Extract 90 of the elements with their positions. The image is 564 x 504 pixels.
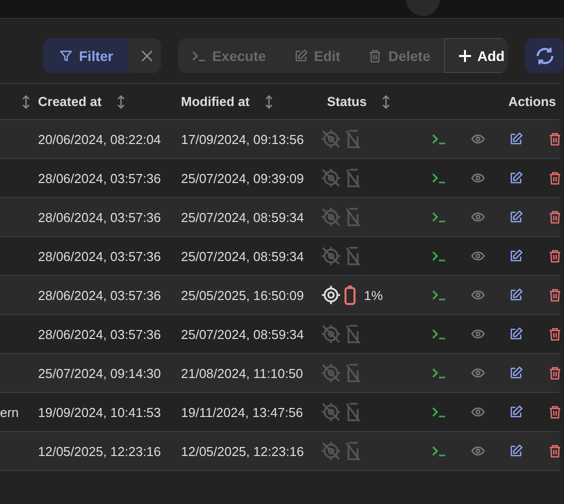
- terminal-icon: [432, 211, 446, 223]
- location-off-icon: [320, 245, 342, 267]
- table-cell-text: 25/07/2024, 08:59:34: [181, 248, 305, 264]
- table-cell-text: 25/07/2024, 09:14:30: [38, 366, 162, 380]
- location-off-icon: [320, 128, 342, 150]
- sort-icon[interactable]: [382, 94, 390, 108]
- table-cell-text: 19/11/2024, 13:47:56: [181, 404, 304, 420]
- sort-icon[interactable]: [22, 94, 30, 108]
- table-cell-text: 25/07/2024, 08:59:34: [181, 326, 305, 342]
- battery-off-icon: [344, 167, 362, 189]
- table-cell-text: 28/06/2024, 03:57:36: [38, 288, 162, 302]
- trash-icon: [548, 132, 562, 146]
- trash-icon: [548, 444, 562, 458]
- column-header: Created at: [38, 94, 102, 109]
- location-off-icon: [320, 167, 342, 189]
- pencil-icon: [509, 210, 524, 224]
- trash-icon: [548, 171, 562, 185]
- location-off-icon: [320, 362, 342, 384]
- pencil-icon: [509, 405, 524, 419]
- location-off-icon: [320, 440, 342, 462]
- table-cell-text: 19/09/2024, 10:41:53: [38, 404, 162, 420]
- location-off-icon: [320, 401, 342, 423]
- eye-icon[interactable]: [470, 173, 485, 183]
- column-header: Modified at: [181, 94, 250, 109]
- terminal-icon: [432, 367, 446, 379]
- table-cell-text: 12/05/2025, 12:23:16: [38, 444, 162, 458]
- table-cell-text: 21/08/2024, 11:10:50: [181, 366, 304, 380]
- refresh-button[interactable]: [525, 38, 564, 73]
- pencil-icon: [509, 249, 524, 263]
- trash-icon: [548, 327, 562, 341]
- eye-icon[interactable]: [470, 290, 485, 300]
- eye-icon[interactable]: [470, 329, 485, 339]
- terminal-icon: [432, 328, 446, 340]
- trash-icon: [548, 366, 562, 380]
- terminal-icon: [432, 133, 446, 145]
- column-header: Status: [327, 94, 367, 109]
- location-off-icon: [320, 206, 342, 228]
- trash-icon: [368, 48, 382, 62]
- table-cell-text: 25/07/2024, 09:39:09: [181, 170, 305, 186]
- battery-off-icon: [344, 206, 362, 228]
- terminal-icon: [432, 445, 446, 457]
- eye-icon[interactable]: [470, 212, 485, 222]
- battery-off-icon: [344, 323, 362, 345]
- trash-icon: [548, 405, 562, 419]
- table-cell-text: 25/07/2024, 08:59:34: [181, 210, 305, 224]
- close-icon: [141, 50, 154, 62]
- eye-icon[interactable]: [470, 134, 485, 144]
- pencil-icon: [509, 132, 524, 146]
- pencil-icon: [509, 171, 524, 185]
- trash-icon: [548, 249, 562, 263]
- terminal-icon: [432, 289, 446, 301]
- location-off-icon: [320, 323, 342, 345]
- eye-icon[interactable]: [470, 368, 485, 378]
- table-cell-text: 12/05/2025, 12:23:16: [181, 444, 305, 458]
- table-cell-text: 28/06/2024, 03:57:36: [38, 326, 162, 342]
- terminal-icon: [192, 50, 206, 62]
- table-cell-text: 28/06/2024, 03:57:36: [38, 248, 162, 264]
- battery-off-icon: [344, 401, 362, 423]
- battery-off-icon: [344, 128, 362, 150]
- trash-icon: [548, 210, 562, 224]
- pencil-icon: [509, 444, 524, 458]
- terminal-icon: [432, 250, 446, 262]
- table-cell-text: 28/06/2024, 03:57:36: [38, 210, 162, 224]
- pencil-icon: [509, 288, 524, 302]
- battery-off-icon: [344, 245, 362, 267]
- filter-icon: [59, 48, 73, 62]
- plus-icon: [459, 50, 472, 62]
- table-cell-text: 28/06/2024, 03:57:36: [38, 170, 162, 186]
- terminal-icon: [432, 172, 446, 184]
- battery-off-icon: [344, 362, 362, 384]
- eye-icon[interactable]: [470, 407, 485, 417]
- sort-icon[interactable]: [264, 94, 273, 108]
- terminal-icon: [432, 406, 446, 418]
- eye-icon[interactable]: [470, 251, 485, 261]
- battery-off-icon: [344, 440, 362, 462]
- pencil-icon: [294, 48, 308, 62]
- column-header: Actions: [508, 94, 557, 109]
- table-cell-text: 20/06/2024, 08:22:04: [38, 132, 162, 146]
- sort-icon[interactable]: [116, 94, 125, 108]
- table-cell-text: 25/05/2025, 16:50:09: [181, 288, 305, 302]
- pencil-icon: [509, 327, 524, 341]
- filter-button[interactable]: Filter: [43, 38, 130, 73]
- eye-icon[interactable]: [470, 446, 485, 456]
- pencil-icon: [509, 366, 524, 380]
- battery-level: 1%: [364, 288, 383, 302]
- table-cell: ern: [0, 404, 19, 420]
- table-cell-text: 17/09/2024, 09:13:56: [181, 132, 305, 146]
- battery-icon: [344, 285, 356, 305]
- location-icon: [320, 284, 342, 306]
- trash-icon: [548, 288, 562, 302]
